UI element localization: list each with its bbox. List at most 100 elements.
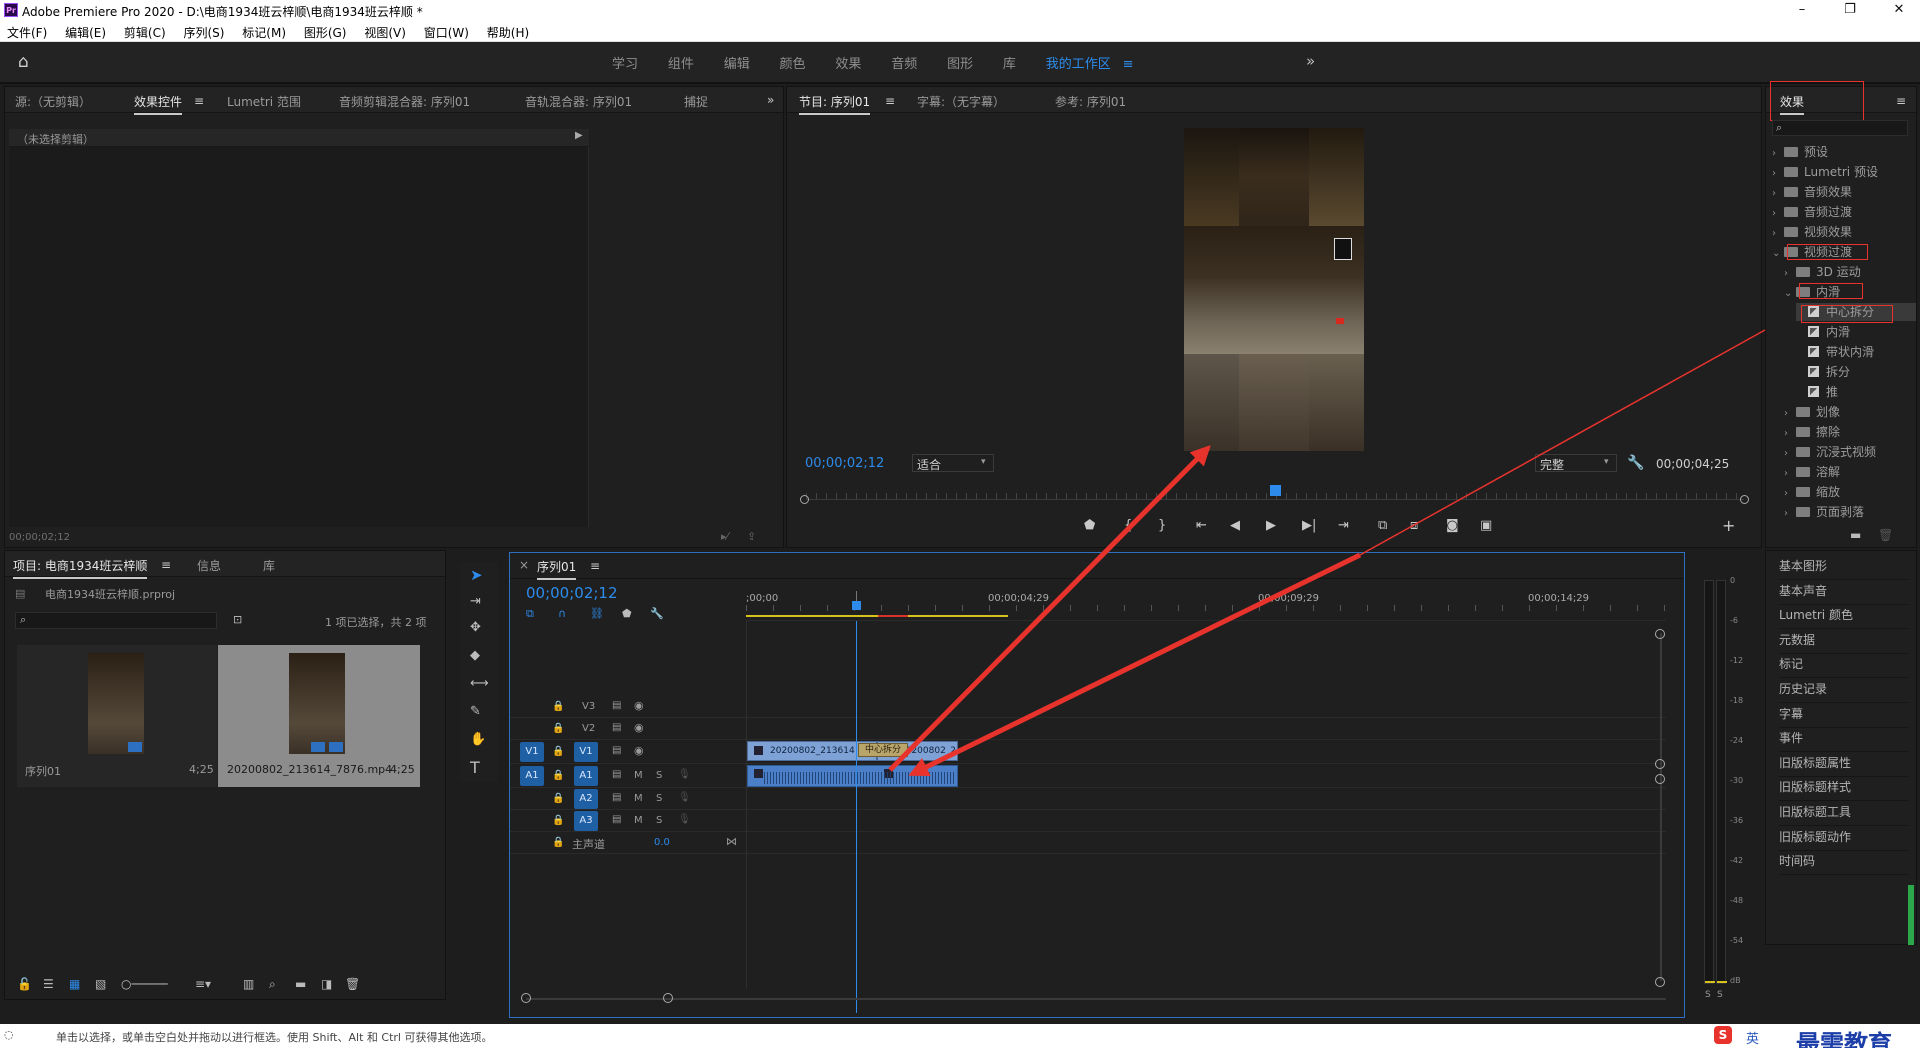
list-view-icon[interactable]: ☰ [43,977,54,991]
extract-icon[interactable]: ⧈ [1410,518,1418,533]
vertical-scrollbar[interactable] [1660,633,1662,981]
lock-icon[interactable]: 🔒 [552,746,564,757]
add-button-icon[interactable]: + [1722,516,1735,535]
chevron-down-icon[interactable]: ⌄ [1772,245,1784,263]
timeline-timecode[interactable]: 00;00;02;12 [526,584,618,602]
effects-tree-item[interactable]: › 沉浸式视频 [1784,443,1876,461]
tab-program[interactable]: 节目: 序列01 [799,93,871,115]
zoom-slider-icon[interactable]: ○───── [121,977,168,991]
lock-icon[interactable]: 🔒 [552,701,564,712]
sort-icon[interactable]: ≡▾ [195,977,211,991]
sync-lock-icon[interactable]: ▤ [612,792,621,803]
effects-tree-item[interactable]: › 擦除 [1784,423,1840,441]
project-tab-menu-icon[interactable]: ≡ [161,558,171,572]
source-patch-a1[interactable]: A1 [520,766,544,786]
chevron-right-icon[interactable]: › [1784,465,1796,483]
project-item-sequence[interactable]: 序列01 4;25 [17,645,217,787]
v-scroll-handle-top[interactable] [1655,629,1665,639]
expand-arrow-icon[interactable]: ▶ [575,130,583,141]
master-track-end-icon[interactable]: ⋈ [726,835,737,848]
source-patch-v1[interactable]: V1 [520,742,544,762]
timeline-ruler[interactable]: ;00;00 00;00;04;29 00;00;09;29 00;00;14;… [746,591,1666,621]
v-scroll-handle-bottom[interactable] [1655,977,1665,987]
scrubber-end-handle[interactable] [1740,495,1749,504]
tab-sequence[interactable]: 序列01 [537,558,577,580]
playback-resolution-select[interactable]: 完整 ▾ [1535,454,1617,472]
sync-lock-icon[interactable]: ▤ [612,745,621,756]
chevron-right-icon[interactable]: › [1772,225,1784,243]
play-icon[interactable]: ▶ [1266,518,1276,533]
track-target-a3[interactable]: A3 [574,811,598,831]
chevron-right-icon[interactable]: › [1772,185,1784,203]
project-item-clip[interactable]: 20200802_213614_7876.mp4 4;25 [218,645,420,787]
chevron-right-icon[interactable]: › [1772,165,1784,183]
workspace-tab-learning[interactable]: 学习 [612,53,638,72]
add-marker-icon[interactable]: ⬟ [622,607,632,620]
new-custom-bin-icon[interactable]: ▬ [1850,528,1861,542]
effects-tree-item[interactable]: › 预设 [1772,143,1828,161]
master-volume-value[interactable]: 0.0 [654,837,670,848]
selection-tool-icon[interactable]: ➤ [470,566,483,584]
chevron-right-icon[interactable]: › [1772,205,1784,223]
program-playhead[interactable] [1270,485,1281,496]
lock-icon[interactable]: 🔒 [552,837,564,848]
effects-tree-item[interactable]: 拆分 [1796,363,1850,381]
export-icon[interactable]: ⇪ [747,530,756,543]
find-icon[interactable]: ⌕ [269,977,276,992]
effects-tree-item[interactable]: › 页面剥落 [1784,503,1864,521]
track-target-v1[interactable]: V1 [574,742,598,762]
chevron-right-icon[interactable]: › [1784,505,1796,523]
lock-icon[interactable]: 🔒 [552,815,564,826]
eye-icon[interactable]: ◉ [634,721,644,734]
workspace-tab-libraries[interactable]: 库 [1003,53,1016,72]
mark-out-icon[interactable]: } [1158,518,1166,533]
chevron-down-icon[interactable]: ⌄ [1784,285,1796,303]
go-to-out-icon[interactable]: ⇥ [1338,518,1349,533]
new-bin-icon[interactable]: ▬ [295,977,306,991]
effects-tree-item[interactable]: 内滑 [1796,323,1850,341]
ime-mode[interactable]: 英 [1746,1028,1759,1047]
chevron-right-icon[interactable]: › [1772,145,1784,163]
icon-view-icon[interactable]: ▦ [69,977,80,991]
workspace-tab-audio[interactable]: 音频 [891,53,917,72]
tab-source[interactable]: 源:（无剪辑） [15,93,91,110]
maximize-button[interactable]: ❐ [1835,2,1865,17]
effects-search-input[interactable]: ⌕ [1772,120,1908,136]
tab-lumetri-scopes[interactable]: Lumetri 范围 [227,93,301,110]
ripple-edit-tool-icon[interactable]: ✥ [470,620,481,635]
effects-tree-item[interactable]: 带状内滑 [1796,343,1874,361]
zoom-fit-select[interactable]: 适合 ▾ [912,454,994,472]
effects-tree-item[interactable]: 推 [1796,383,1838,401]
workspace-tab-assembly[interactable]: 组件 [668,53,694,72]
sync-lock-icon[interactable]: ▤ [612,722,621,733]
work-area-bar[interactable] [746,615,1008,617]
mute-button[interactable]: M [634,815,643,826]
tab-reference[interactable]: 参考: 序列01 [1055,93,1126,110]
type-tool-icon[interactable]: T [470,758,480,777]
effects-tree-item[interactable]: › 划像 [1784,403,1840,421]
trash-icon[interactable]: 🗑 [345,977,360,991]
track-target-a1[interactable]: A1 [574,766,598,786]
wrench-icon[interactable]: 🔧 [1627,455,1644,471]
chevron-right-icon[interactable]: › [1784,445,1796,463]
v-scroll-handle-mid2[interactable] [1655,774,1665,784]
more-tabs-icon[interactable]: » [767,93,774,107]
effects-tree-item[interactable]: › 3D 运动 [1784,263,1861,281]
hand-tool-icon[interactable]: ✋ [470,732,486,747]
workspace-menu-icon[interactable]: ≡ [1123,57,1134,72]
tab-audio-track-mixer[interactable]: 音轨混合器: 序列01 [525,93,632,110]
more-workspaces-icon[interactable]: » [1306,52,1315,70]
audio-clip[interactable] [747,765,958,787]
effects-tree-item[interactable]: › 缩放 [1784,483,1840,501]
transition-center-split[interactable]: 中心拆分 [858,743,908,757]
freeform-view-icon[interactable]: ▧ [95,977,106,991]
right-panel-tab[interactable]: 时间码 [1779,847,1909,876]
workspace-tab-graphics[interactable]: 图形 [947,53,973,72]
sogou-ime-icon[interactable]: S [1714,1026,1732,1044]
slip-tool-icon[interactable]: ⟷ [470,676,489,691]
comparison-view-icon[interactable]: ▣ [1480,518,1492,533]
razor-tool-icon[interactable]: ◆ [470,648,480,663]
eye-icon[interactable]: ◉ [634,699,644,712]
chevron-right-icon[interactable]: › [1784,485,1796,503]
mute-button[interactable]: M [634,793,643,804]
